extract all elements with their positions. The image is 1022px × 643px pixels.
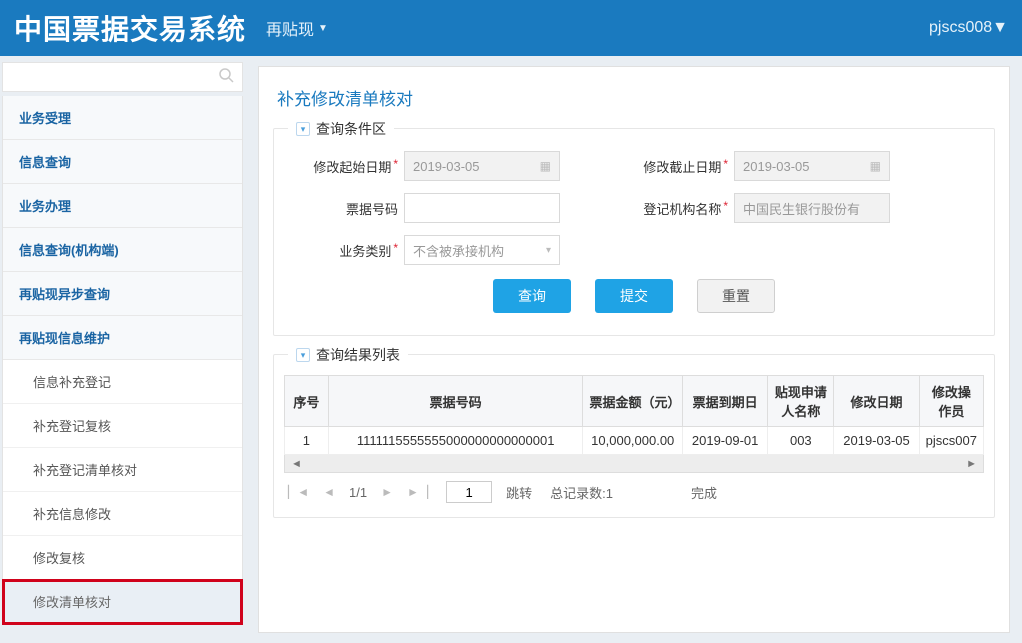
col-applicant: 贴现申请人名称: [768, 376, 834, 427]
input-bill-no[interactable]: [404, 193, 560, 223]
result-table: 序号 票据号码 票据金额（元） 票据到期日 贴现申请人名称 修改日期 修改操作员: [284, 375, 984, 455]
sidebar-sub-supplement-modify[interactable]: 补充信息修改: [3, 492, 242, 536]
pager-prev-icon[interactable]: ◄: [323, 485, 335, 499]
sidebar-sub-supplement-review[interactable]: 补充登记复核: [3, 404, 242, 448]
cell-due: 2019-09-01: [683, 427, 768, 455]
cell-bill-no: 1111115555555000000000000001: [328, 427, 583, 455]
cell-amount: 10,000,000.00: [583, 427, 683, 455]
search-legend-text: 查询条件区: [316, 119, 386, 139]
col-amount: 票据金额（元）: [583, 376, 683, 427]
value-biz-type: 不含被承接机构: [413, 241, 504, 260]
pager-first-icon[interactable]: ▏◄: [288, 485, 309, 499]
sidebar-search[interactable]: [2, 62, 243, 92]
col-mod-date: 修改日期: [834, 376, 919, 427]
pager-page-input[interactable]: [446, 481, 492, 503]
cell-operator: pjscs007: [919, 427, 983, 455]
label-bill-no: 票据号码: [290, 199, 398, 218]
label-end-date: 修改截止日期*: [620, 157, 728, 176]
page-title: 补充修改清单核对: [277, 85, 995, 110]
main-panel: 补充修改清单核对 ▾ 查询条件区 修改起始日期* 2019-03-05 ▦: [258, 66, 1010, 633]
label-start-date: 修改起始日期*: [290, 157, 398, 176]
value-start-date: 2019-03-05: [413, 159, 480, 174]
col-due: 票据到期日: [683, 376, 768, 427]
table-row[interactable]: 1 1111115555555000000000000001 10,000,00…: [285, 427, 984, 455]
result-legend: ▾ 查询结果列表: [288, 345, 408, 365]
sidebar-item-async-query[interactable]: 再贴现异步查询: [3, 272, 242, 316]
chevron-down-icon[interactable]: ▾: [296, 122, 310, 136]
sidebar: 业务受理 信息查询 业务办理 信息查询(机构端) 再贴现异步查询 再贴现信息维护…: [0, 56, 248, 643]
field-bill-no: 票据号码: [290, 193, 560, 223]
pager-total: 总记录数:1: [550, 483, 613, 502]
pager-jump[interactable]: 跳转: [506, 483, 532, 502]
sidebar-sub-modify-review[interactable]: 修改复核: [3, 536, 242, 580]
chevron-down-icon: ▾: [546, 245, 551, 256]
label-biz-type: 业务类别*: [290, 241, 398, 260]
col-operator: 修改操作员: [919, 376, 983, 427]
scroll-left-icon[interactable]: ◄: [291, 458, 302, 470]
result-legend-text: 查询结果列表: [316, 345, 400, 365]
value-end-date: 2019-03-05: [743, 159, 810, 174]
sidebar-item-info-query-org[interactable]: 信息查询(机构端): [3, 228, 242, 272]
select-biz-type[interactable]: 不含被承接机构 ▾: [404, 235, 560, 265]
topbar: 中国票据交易系统 再贴现 ▼ pjscs008 ▼: [0, 0, 1022, 56]
cell-mod-date: 2019-03-05: [834, 427, 919, 455]
topbar-menu-label: 再贴现: [266, 16, 314, 40]
input-org-name: 中国民生银行股份有: [734, 193, 890, 223]
sidebar-item-biz-handle[interactable]: 业务办理: [3, 184, 242, 228]
app-title: 中国票据交易系统: [14, 8, 246, 48]
chevron-down-icon[interactable]: ▾: [296, 348, 310, 362]
field-end-date: 修改截止日期* 2019-03-05 ▦: [620, 151, 890, 181]
cell-seq: 1: [285, 427, 329, 455]
field-start-date: 修改起始日期* 2019-03-05 ▦: [290, 151, 560, 181]
sidebar-item-biz-accept[interactable]: 业务受理: [3, 96, 242, 140]
label-org-name: 登记机构名称*: [620, 199, 728, 218]
sidebar-sub-modify-check[interactable]: 修改清单核对: [3, 580, 242, 624]
calendar-icon: ▦: [870, 159, 881, 173]
button-bar: 查询 提交 重置: [290, 279, 978, 313]
cell-applicant: 003: [768, 427, 834, 455]
col-seq: 序号: [285, 376, 329, 427]
scroll-right-icon[interactable]: ►: [966, 458, 977, 470]
input-start-date[interactable]: 2019-03-05 ▦: [404, 151, 560, 181]
reset-button[interactable]: 重置: [697, 279, 775, 313]
sidebar-item-info-maintain[interactable]: 再贴现信息维护: [3, 316, 242, 360]
pager-next-icon[interactable]: ►: [381, 485, 393, 499]
search-legend: ▾ 查询条件区: [288, 119, 394, 139]
content-area: 补充修改清单核对 ▾ 查询条件区 修改起始日期* 2019-03-05 ▦: [248, 56, 1022, 643]
field-org-name: 登记机构名称* 中国民生银行股份有: [620, 193, 890, 223]
search-fieldset: ▾ 查询条件区 修改起始日期* 2019-03-05 ▦ 修改截止日期*: [273, 128, 995, 336]
input-end-date[interactable]: 2019-03-05 ▦: [734, 151, 890, 181]
pager-status: 完成: [691, 483, 717, 502]
pager-last-icon[interactable]: ►▕: [407, 485, 428, 499]
horizontal-scrollbar[interactable]: ◄ ►: [284, 455, 984, 473]
table-header-row: 序号 票据号码 票据金额（元） 票据到期日 贴现申请人名称 修改日期 修改操作员: [285, 376, 984, 427]
col-bill-no: 票据号码: [328, 376, 583, 427]
result-fieldset: ▾ 查询结果列表 序号 票据号码 票据金额（元） 票据到期日 贴现申请人名称 修…: [273, 354, 995, 518]
submit-button[interactable]: 提交: [595, 279, 673, 313]
sidebar-item-info-query[interactable]: 信息查询: [3, 140, 242, 184]
value-org-name: 中国民生银行股份有: [743, 199, 860, 218]
search-icon: [218, 67, 234, 88]
topbar-user[interactable]: pjscs008 ▼: [929, 19, 1008, 37]
pager-page-text: 1/1: [349, 485, 367, 500]
sidebar-nav: 业务受理 信息查询 业务办理 信息查询(机构端) 再贴现异步查询 再贴现信息维护…: [2, 96, 243, 625]
caret-down-icon: ▼: [318, 23, 328, 34]
topbar-menu-rediscount[interactable]: 再贴现 ▼: [266, 16, 328, 40]
sidebar-sub-supplement-check[interactable]: 补充登记清单核对: [3, 448, 242, 492]
pager: ▏◄ ◄ 1/1 ► ►▕ 跳转 总记录数:1: [284, 473, 984, 503]
sidebar-sub-supplement-register[interactable]: 信息补充登记: [3, 360, 242, 404]
search-button[interactable]: 查询: [493, 279, 571, 313]
topbar-user-label: pjscs008: [929, 19, 992, 37]
calendar-icon: ▦: [540, 159, 551, 173]
field-biz-type: 业务类别* 不含被承接机构 ▾: [290, 235, 560, 265]
sidebar-search-input[interactable]: [3, 70, 218, 85]
caret-down-icon: ▼: [992, 19, 1008, 37]
